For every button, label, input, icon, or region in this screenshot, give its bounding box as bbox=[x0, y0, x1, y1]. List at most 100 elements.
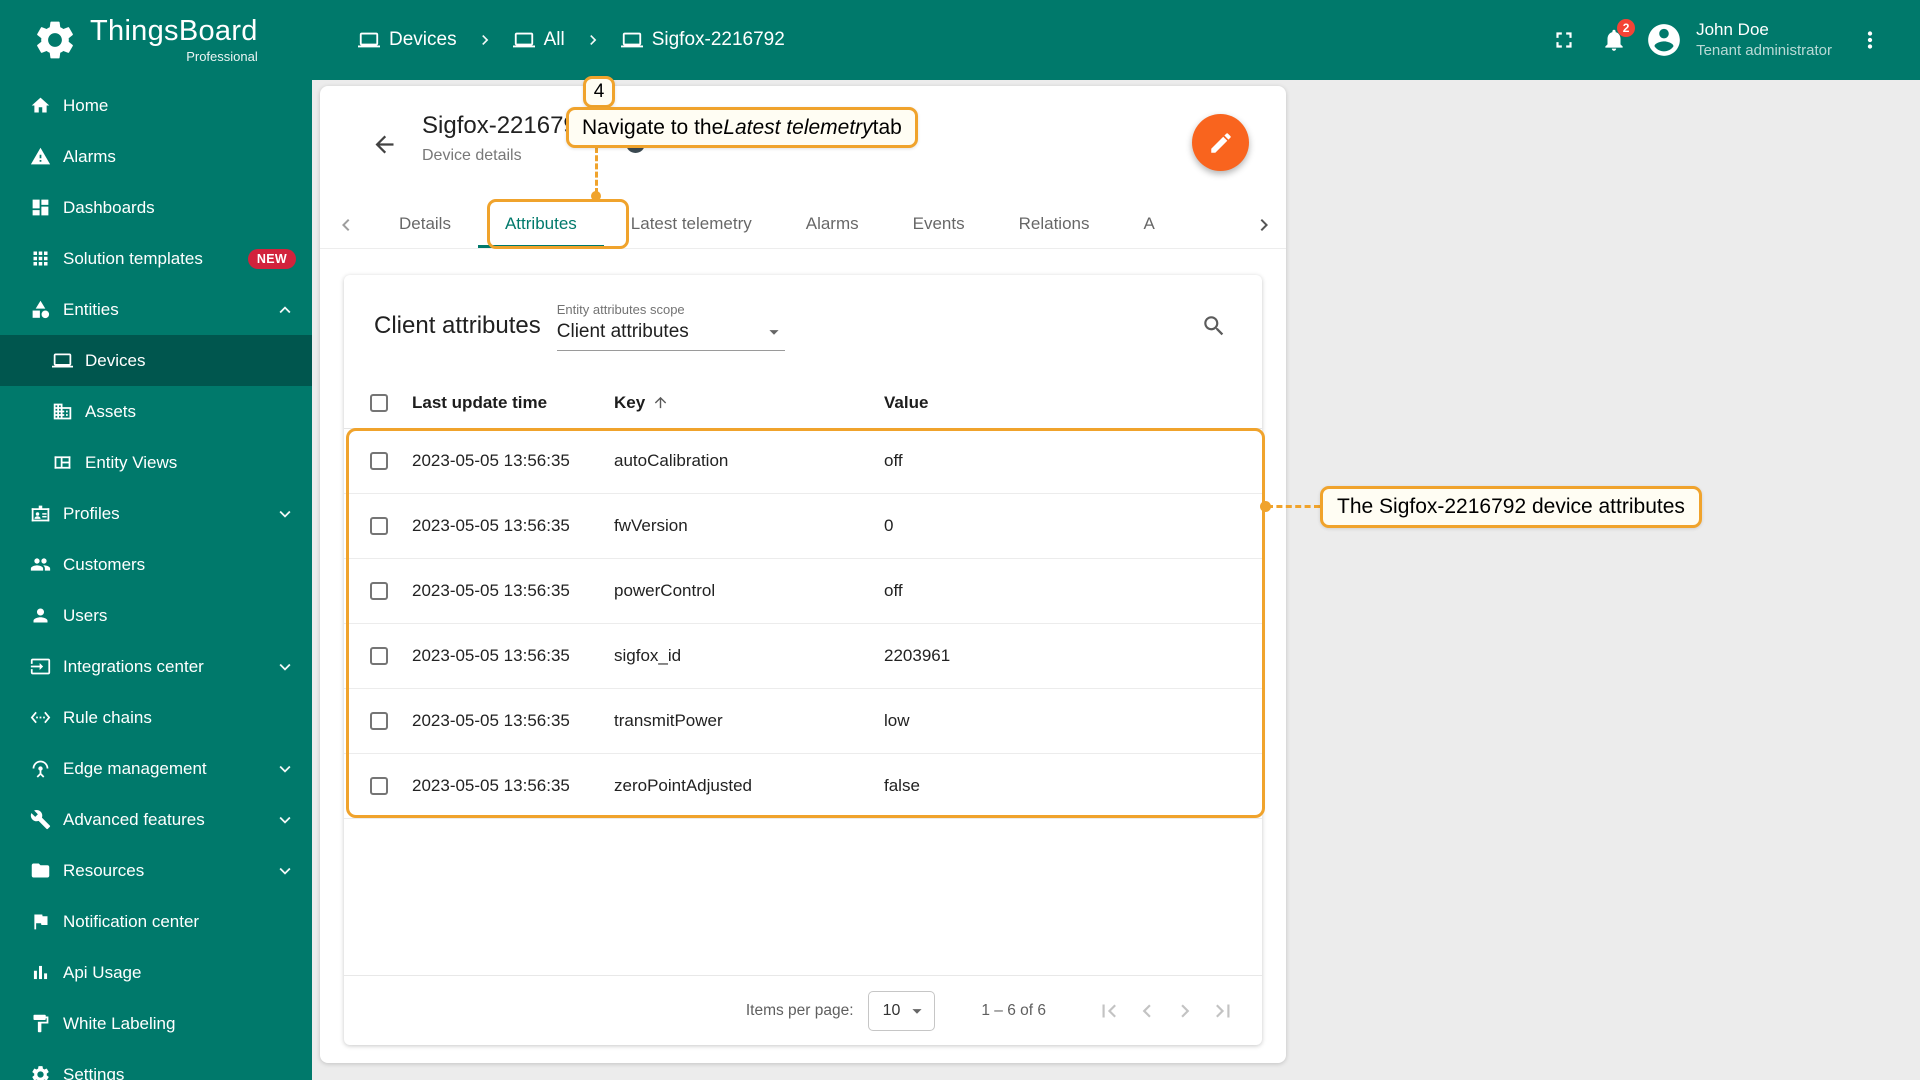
top-header: ThingsBoard Professional Devices All Sig… bbox=[0, 0, 1920, 80]
sidebar-item-home[interactable]: Home bbox=[0, 80, 312, 131]
sidebar-item-profiles[interactable]: Profiles bbox=[0, 488, 312, 539]
sidebar-item-customers[interactable]: Customers bbox=[0, 539, 312, 590]
first-page-button[interactable] bbox=[1090, 992, 1128, 1030]
attr-key-cell: zeroPointAdjusted bbox=[614, 776, 752, 795]
row-checkbox[interactable] bbox=[370, 712, 388, 730]
thingsboard-app: ThingsBoard Professional Devices All Sig… bbox=[0, 0, 1920, 1080]
items-per-page-select[interactable]: 10 bbox=[867, 990, 936, 1031]
device-action-icon[interactable] bbox=[626, 134, 645, 153]
tabs-scroll-right-button[interactable] bbox=[1246, 200, 1282, 249]
sidebar-item-label: Customers bbox=[63, 554, 146, 574]
column-header-last-update-time[interactable]: Last update time bbox=[412, 393, 614, 413]
sidebar-item-edge-management[interactable]: Edge management bbox=[0, 743, 312, 794]
sidebar-item-white-labeling[interactable]: White Labeling bbox=[0, 998, 312, 1049]
select-all-checkbox[interactable] bbox=[370, 393, 388, 412]
search-icon bbox=[1201, 313, 1227, 339]
first-page-icon bbox=[1096, 998, 1122, 1024]
alarm-icon bbox=[30, 146, 51, 167]
sidebar-item-label: Assets bbox=[85, 401, 137, 421]
row-checkbox[interactable] bbox=[370, 582, 388, 600]
table-row[interactable]: 2023-05-05 13:56:35 fwVersion 0 bbox=[344, 494, 1262, 559]
notifications-button[interactable]: 2 bbox=[1592, 18, 1636, 62]
page-subtitle: Device details bbox=[422, 147, 522, 164]
edit-button[interactable] bbox=[1192, 114, 1249, 171]
sidebar-item-users[interactable]: Users bbox=[0, 590, 312, 641]
tab-latest-telemetry[interactable]: Latest telemetry bbox=[604, 200, 779, 248]
attr-time-cell: 2023-05-05 13:56:35 bbox=[412, 776, 570, 795]
tab-details[interactable]: Details bbox=[372, 200, 478, 248]
users-icon bbox=[30, 605, 51, 626]
chevron-left-icon bbox=[1134, 998, 1160, 1024]
sidebar-item-label: Home bbox=[63, 95, 109, 115]
attr-key-cell: autoCalibration bbox=[614, 451, 729, 470]
search-button[interactable] bbox=[1192, 304, 1236, 348]
settings-icon bbox=[30, 1064, 51, 1080]
sidebar-item-alarms[interactable]: Alarms bbox=[0, 131, 312, 182]
sidebar-item-entities[interactable]: Entities bbox=[0, 284, 312, 335]
device-title-block: Sigfox-2216792 Device details bbox=[422, 112, 590, 165]
devices-icon bbox=[513, 29, 535, 51]
sidebar-item-integrations-center[interactable]: Integrations center bbox=[0, 641, 312, 692]
chevron-right-icon bbox=[583, 30, 603, 50]
back-button[interactable] bbox=[364, 124, 404, 164]
assets-icon bbox=[52, 401, 73, 422]
row-checkbox[interactable] bbox=[370, 777, 388, 795]
tab-relations[interactable]: Relations bbox=[992, 200, 1117, 248]
last-page-button[interactable] bbox=[1204, 992, 1242, 1030]
breadcrumb-device[interactable]: Sigfox-2216792 bbox=[621, 29, 785, 51]
column-header-key[interactable]: Key bbox=[614, 393, 884, 413]
user-role: Tenant administrator bbox=[1696, 42, 1832, 60]
tab-events[interactable]: Events bbox=[886, 200, 992, 248]
table-row[interactable]: 2023-05-05 13:56:35 powerControl off bbox=[344, 559, 1262, 624]
kebab-menu-button[interactable] bbox=[1848, 18, 1892, 62]
tabs-scroll-left-button[interactable] bbox=[328, 200, 364, 249]
account-circle-icon bbox=[1645, 21, 1683, 59]
breadcrumb-label: Sigfox-2216792 bbox=[651, 29, 785, 50]
fullscreen-button[interactable] bbox=[1542, 18, 1586, 62]
breadcrumb-devices[interactable]: Devices bbox=[358, 29, 457, 51]
sidebar-item-assets[interactable]: Assets bbox=[0, 386, 312, 437]
sidebar-item-advanced-features[interactable]: Advanced features bbox=[0, 794, 312, 845]
sidebar-item-solution-templates[interactable]: Solution templates NEW bbox=[0, 233, 312, 284]
row-checkbox[interactable] bbox=[370, 647, 388, 665]
table-row[interactable]: 2023-05-05 13:56:35 transmitPower low bbox=[344, 689, 1262, 754]
user-menu[interactable]: John Doe Tenant administrator bbox=[1696, 19, 1832, 61]
sidebar-item-api-usage[interactable]: Api Usage bbox=[0, 947, 312, 998]
last-page-icon bbox=[1210, 998, 1236, 1024]
tab-alarms[interactable]: Alarms bbox=[779, 200, 886, 248]
sidebar-item-resources[interactable]: Resources bbox=[0, 845, 312, 896]
sidebar-item-devices[interactable]: Devices bbox=[0, 335, 312, 386]
table-row[interactable]: 2023-05-05 13:56:35 autoCalibration off bbox=[344, 429, 1262, 494]
row-checkbox[interactable] bbox=[370, 452, 388, 470]
sidebar-item-dashboards[interactable]: Dashboards bbox=[0, 182, 312, 233]
sidebar-item-notification-center[interactable]: Notification center bbox=[0, 896, 312, 947]
next-page-button[interactable] bbox=[1166, 992, 1204, 1030]
breadcrumb-all[interactable]: All bbox=[513, 29, 565, 51]
attr-time-cell: 2023-05-05 13:56:35 bbox=[412, 516, 570, 535]
attr-value-cell: low bbox=[884, 711, 910, 730]
sidebar-item-label: Rule chains bbox=[63, 707, 152, 727]
attributes-scope-select[interactable]: Entity attributes scope Client attribute… bbox=[556, 302, 785, 351]
column-header-value[interactable]: Value bbox=[884, 393, 1262, 413]
tab-attributes[interactable]: Attributes bbox=[477, 200, 604, 248]
breadcrumb-label: Devices bbox=[389, 29, 457, 50]
avatar[interactable] bbox=[1642, 18, 1686, 62]
attr-value-cell: 2203961 bbox=[884, 646, 951, 665]
table-row[interactable]: 2023-05-05 13:56:35 zeroPointAdjusted fa… bbox=[344, 754, 1262, 819]
table-header-row: Last update time Key Value bbox=[344, 377, 1262, 429]
row-checkbox[interactable] bbox=[370, 517, 388, 535]
sidebar-item-settings[interactable]: Settings bbox=[0, 1049, 312, 1080]
sidebar-item-label: Entities bbox=[63, 299, 119, 319]
previous-page-button[interactable] bbox=[1128, 992, 1166, 1030]
tabs-bar: Details Attributes Latest telemetry Alar… bbox=[320, 200, 1286, 249]
sidebar-item-rule-chains[interactable]: Rule chains bbox=[0, 692, 312, 743]
attributes-heading: Client attributes bbox=[374, 312, 541, 339]
tab-audit[interactable]: A bbox=[1117, 200, 1159, 248]
logo[interactable]: ThingsBoard Professional bbox=[0, 17, 312, 63]
device-details-card: Sigfox-2216792 Device details Details At… bbox=[320, 86, 1286, 1063]
notifications-badge: 2 bbox=[1617, 19, 1636, 37]
sidebar-item-entity-views[interactable]: Entity Views bbox=[0, 437, 312, 488]
chevron-up-icon bbox=[274, 299, 296, 321]
table-row[interactable]: 2023-05-05 13:56:35 sigfox_id 2203961 bbox=[344, 624, 1262, 689]
dashboards-icon bbox=[30, 197, 51, 218]
